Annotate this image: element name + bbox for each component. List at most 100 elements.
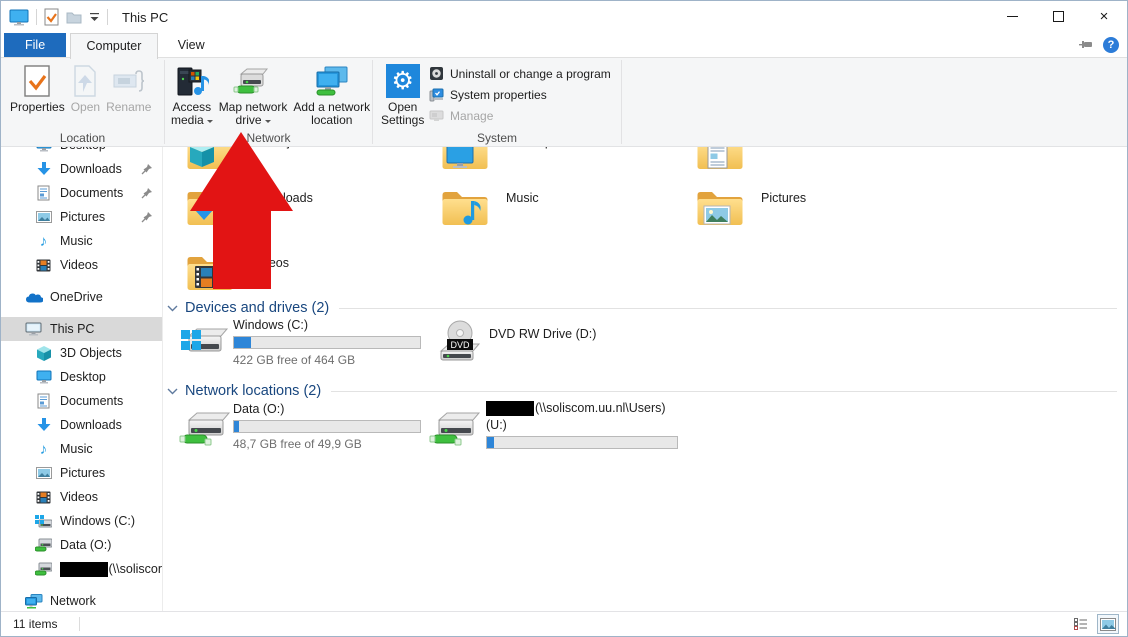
ribbon-group-separator bbox=[621, 60, 622, 144]
sidebar-item-documents[interactable]: Documents bbox=[1, 181, 162, 205]
map-network-drive-icon bbox=[219, 63, 288, 99]
minimize-button[interactable] bbox=[989, 1, 1035, 31]
item-count: 11 items bbox=[13, 617, 57, 631]
downloads-icon bbox=[34, 417, 53, 434]
sidebar-item-music[interactable]: ♪ Music bbox=[1, 437, 162, 461]
document-icon bbox=[34, 393, 53, 410]
settings-gear-icon: ⚙ bbox=[381, 63, 424, 99]
customize-toolbar-icon[interactable] bbox=[89, 12, 100, 22]
drive-user-u[interactable]: (\\soliscom.uu.nl\Users) (U:) bbox=[429, 401, 709, 453]
sidebar-item-network[interactable]: Network bbox=[1, 589, 162, 611]
window-title: This PC bbox=[122, 10, 168, 25]
tab-view[interactable]: View bbox=[162, 33, 221, 57]
new-folder-icon[interactable] bbox=[66, 9, 82, 25]
details-view-button[interactable] bbox=[1070, 614, 1092, 634]
properties-button[interactable]: Properties bbox=[7, 61, 68, 116]
add-network-location-icon bbox=[293, 63, 370, 99]
title-bar: This PC × bbox=[1, 1, 1127, 33]
pin-icon[interactable] bbox=[141, 187, 153, 199]
rename-button[interactable]: Rename bbox=[103, 61, 154, 116]
redacted-text bbox=[486, 401, 534, 416]
desktop-icon bbox=[34, 369, 53, 386]
capacity-bar bbox=[233, 420, 421, 433]
sidebar-item-onedrive[interactable]: OneDrive bbox=[1, 285, 162, 309]
manage-icon bbox=[429, 108, 444, 123]
sidebar-item-this-pc[interactable]: This PC bbox=[1, 317, 162, 341]
windows-drive-icon bbox=[34, 513, 53, 530]
capacity-bar bbox=[486, 436, 678, 449]
ribbon-group-system: ⚙ Open Settings Uninstall or change a pr… bbox=[373, 58, 621, 146]
network-drive-icon bbox=[34, 537, 53, 554]
uninstall-icon bbox=[429, 66, 444, 81]
map-network-drive-button[interactable]: Map network drive bbox=[216, 61, 291, 129]
section-network-locations: Network locations (2) bbox=[167, 381, 1117, 401]
music-note-icon: ♪ bbox=[34, 233, 53, 250]
sidebar-item-pictures[interactable]: Pictures bbox=[1, 461, 162, 485]
section-rule bbox=[331, 391, 1117, 392]
collapse-chevron-icon[interactable] bbox=[167, 305, 178, 312]
status-separator bbox=[79, 617, 80, 631]
window-controls: × bbox=[989, 1, 1127, 31]
section-devices-and-drives: Devices and drives (2) bbox=[167, 298, 1117, 318]
pin-icon[interactable] bbox=[141, 163, 153, 175]
open-settings-button[interactable]: ⚙ Open Settings bbox=[378, 61, 427, 129]
sidebar-item-downloads[interactable]: Downloads bbox=[1, 157, 162, 181]
help-icon[interactable]: ? bbox=[1103, 37, 1119, 53]
sidebar-item-pictures[interactable]: Pictures bbox=[1, 205, 162, 229]
group-label-network: Network bbox=[165, 131, 372, 145]
quick-access-toolbar bbox=[1, 8, 108, 26]
sidebar-item-data-o[interactable]: Data (O:) bbox=[1, 533, 162, 557]
sidebar-item-videos[interactable]: Videos bbox=[1, 253, 162, 277]
drive-windows-c[interactable]: Windows (C:) 422 GB free of 464 GB bbox=[179, 317, 434, 369]
sidebar-item-desktop[interactable]: Desktop bbox=[1, 365, 162, 389]
thumbnail-view-button[interactable] bbox=[1097, 614, 1119, 634]
manage-button[interactable]: Manage bbox=[429, 105, 611, 126]
sidebar-item-music[interactable]: ♪ Music bbox=[1, 229, 162, 253]
folder-pictures[interactable]: Pictures bbox=[696, 186, 946, 236]
drive-dvd-d[interactable]: DVD DVD RW Drive (D:) bbox=[435, 317, 690, 369]
tab-file[interactable]: File bbox=[4, 33, 66, 57]
music-note-icon: ♪ bbox=[34, 441, 53, 458]
ribbon-tab-bar: File Computer View ? bbox=[1, 33, 1127, 57]
minimize-ribbon-pin-icon[interactable] bbox=[1079, 39, 1094, 51]
system-properties-button[interactable]: System properties bbox=[429, 84, 611, 105]
picture-icon bbox=[34, 209, 53, 226]
open-button[interactable]: Open bbox=[68, 61, 103, 116]
uninstall-program-button[interactable]: Uninstall or change a program bbox=[429, 63, 611, 84]
folder-desktop[interactable]: Desktop bbox=[441, 147, 691, 180]
collapse-chevron-icon[interactable] bbox=[167, 388, 178, 395]
toolbar-separator bbox=[36, 9, 37, 25]
properties-icon[interactable] bbox=[44, 8, 59, 26]
sidebar-item-windows-c[interactable]: Windows (C:) bbox=[1, 509, 162, 533]
folder-documents[interactable]: Documents bbox=[696, 147, 946, 180]
picture-icon bbox=[34, 465, 53, 482]
folder-videos[interactable]: Videos bbox=[186, 251, 436, 301]
sidebar-item-3d-objects[interactable]: 3D Objects bbox=[1, 341, 162, 365]
explorer-window: This PC × File Computer View ? bbox=[0, 0, 1128, 637]
this-pc-icon bbox=[24, 321, 43, 338]
add-network-location-button[interactable]: Add a network location bbox=[290, 61, 373, 129]
section-rule bbox=[339, 308, 1117, 309]
tab-computer[interactable]: Computer bbox=[70, 33, 159, 59]
pin-icon[interactable] bbox=[141, 211, 153, 223]
folder-3d-objects[interactable]: 3D Objects bbox=[186, 147, 436, 180]
onedrive-cloud-icon bbox=[24, 289, 43, 306]
downloads-icon bbox=[34, 161, 53, 178]
drive-data-o[interactable]: Data (O:) 48,7 GB free of 49,9 GB bbox=[179, 401, 434, 453]
sidebar-item-user-share[interactable]: (\\soliscor bbox=[1, 557, 162, 581]
sidebar-item-desktop-quick[interactable]: Desktop bbox=[1, 147, 162, 157]
sidebar-item-documents[interactable]: Documents bbox=[1, 389, 162, 413]
close-icon: × bbox=[1100, 9, 1109, 24]
folder-downloads[interactable]: Downloads bbox=[186, 186, 436, 236]
open-icon bbox=[71, 63, 100, 99]
sidebar-item-downloads[interactable]: Downloads bbox=[1, 413, 162, 437]
access-media-button[interactable]: Access media bbox=[168, 61, 216, 129]
status-bar: 11 items bbox=[1, 611, 1127, 636]
close-button[interactable]: × bbox=[1081, 1, 1127, 31]
videos-icon bbox=[34, 257, 53, 274]
cube-icon bbox=[34, 345, 53, 362]
maximize-button[interactable] bbox=[1035, 1, 1081, 31]
sidebar-item-videos[interactable]: Videos bbox=[1, 485, 162, 509]
dropdown-arrow-icon bbox=[265, 120, 271, 126]
folder-music[interactable]: Music bbox=[441, 186, 691, 236]
